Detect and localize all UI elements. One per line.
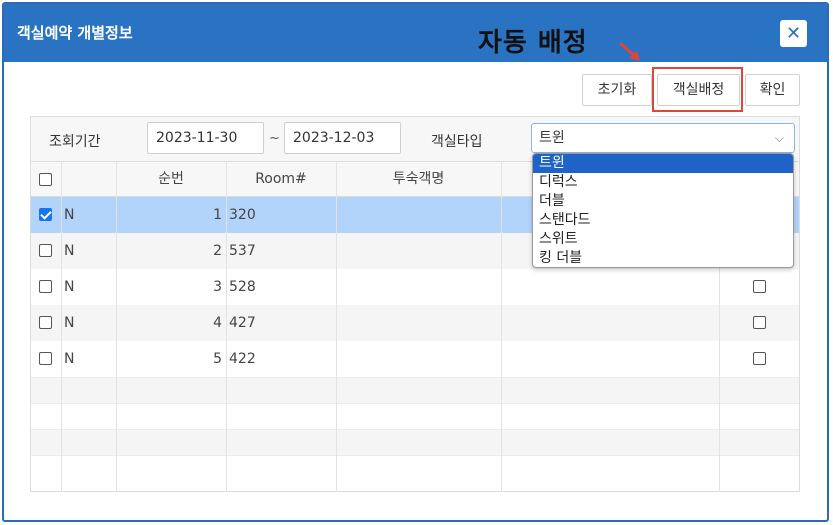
select-all-checkbox[interactable] xyxy=(39,173,52,186)
dialog-titlebar: 객실예약 개별정보 ✕ xyxy=(4,4,827,62)
row-seq: 3 xyxy=(213,279,222,295)
row-seq: 4 xyxy=(213,315,222,331)
row-room: 528 xyxy=(229,279,256,295)
end-date-input[interactable]: 2023-12-03 xyxy=(284,122,401,154)
chevron-down-icon: ⌵ xyxy=(774,131,784,145)
room-type-option[interactable]: 더블 xyxy=(533,192,793,211)
header-seq: 순번 xyxy=(158,171,184,187)
auto-assign-annotation: 자동 배정 xyxy=(478,28,588,58)
close-icon: ✕ xyxy=(785,23,802,44)
row-seq: 2 xyxy=(213,243,222,259)
close-button[interactable]: ✕ xyxy=(780,20,807,47)
column-divider xyxy=(116,162,117,492)
row-room: 320 xyxy=(229,207,256,223)
room-type-option[interactable]: 스탠다드 xyxy=(533,211,793,230)
empty-row xyxy=(31,377,799,403)
room-type-selected-value: 트윈 xyxy=(539,130,565,146)
room-type-option[interactable]: 스위트 xyxy=(533,230,793,249)
row-room: 422 xyxy=(229,351,256,367)
room-type-option[interactable]: 트윈 xyxy=(533,154,793,173)
row-flag: N xyxy=(64,243,75,259)
period-label: 조회기간 xyxy=(49,134,101,150)
dialog-title: 객실예약 개별정보 xyxy=(17,24,133,42)
room-type-dropdown: 트윈 디럭스 더블 스탠다드 스위트 킹 더블 xyxy=(532,153,794,268)
empty-row xyxy=(31,429,799,455)
row-seq: 5 xyxy=(213,351,222,367)
empty-row xyxy=(31,455,799,481)
row-flag: N xyxy=(64,207,75,223)
table-row[interactable]: N 4 427 xyxy=(31,305,799,341)
row-flag: N xyxy=(64,315,75,331)
row-end-checkbox[interactable] xyxy=(753,316,766,329)
column-divider xyxy=(501,162,502,492)
column-divider xyxy=(61,162,62,492)
row-checkbox[interactable] xyxy=(39,280,52,293)
confirm-button[interactable]: 확인 xyxy=(745,74,800,106)
row-room: 427 xyxy=(229,315,256,331)
column-divider xyxy=(336,162,337,492)
room-type-option[interactable]: 킹 더블 xyxy=(533,249,793,267)
row-end-checkbox[interactable] xyxy=(753,352,766,365)
date-separator: ~ xyxy=(269,131,280,146)
row-seq: 1 xyxy=(213,207,222,223)
room-type-option[interactable]: 디럭스 xyxy=(533,173,793,192)
start-date-input[interactable]: 2023-11-30 xyxy=(147,122,264,154)
room-type-select[interactable]: 트윈 ⌵ xyxy=(531,123,795,153)
row-end-checkbox[interactable] xyxy=(753,280,766,293)
row-checkbox[interactable] xyxy=(39,208,52,221)
header-guest-name: 투숙객명 xyxy=(392,171,445,187)
row-flag: N xyxy=(64,351,75,367)
header-room: Room# xyxy=(255,171,307,187)
reset-button[interactable]: 초기화 xyxy=(582,74,652,106)
assign-button-highlight xyxy=(652,67,743,112)
column-divider xyxy=(226,162,227,492)
room-type-label: 객실타입 xyxy=(431,134,483,150)
row-checkbox[interactable] xyxy=(39,352,52,365)
table-row[interactable]: N 3 528 xyxy=(31,269,799,305)
empty-row xyxy=(31,403,799,429)
table-row[interactable]: N 5 422 xyxy=(31,341,799,377)
row-checkbox[interactable] xyxy=(39,244,52,257)
row-checkbox[interactable] xyxy=(39,316,52,329)
row-flag: N xyxy=(64,279,75,295)
row-room: 537 xyxy=(229,243,256,259)
red-arrow-icon xyxy=(619,41,640,61)
